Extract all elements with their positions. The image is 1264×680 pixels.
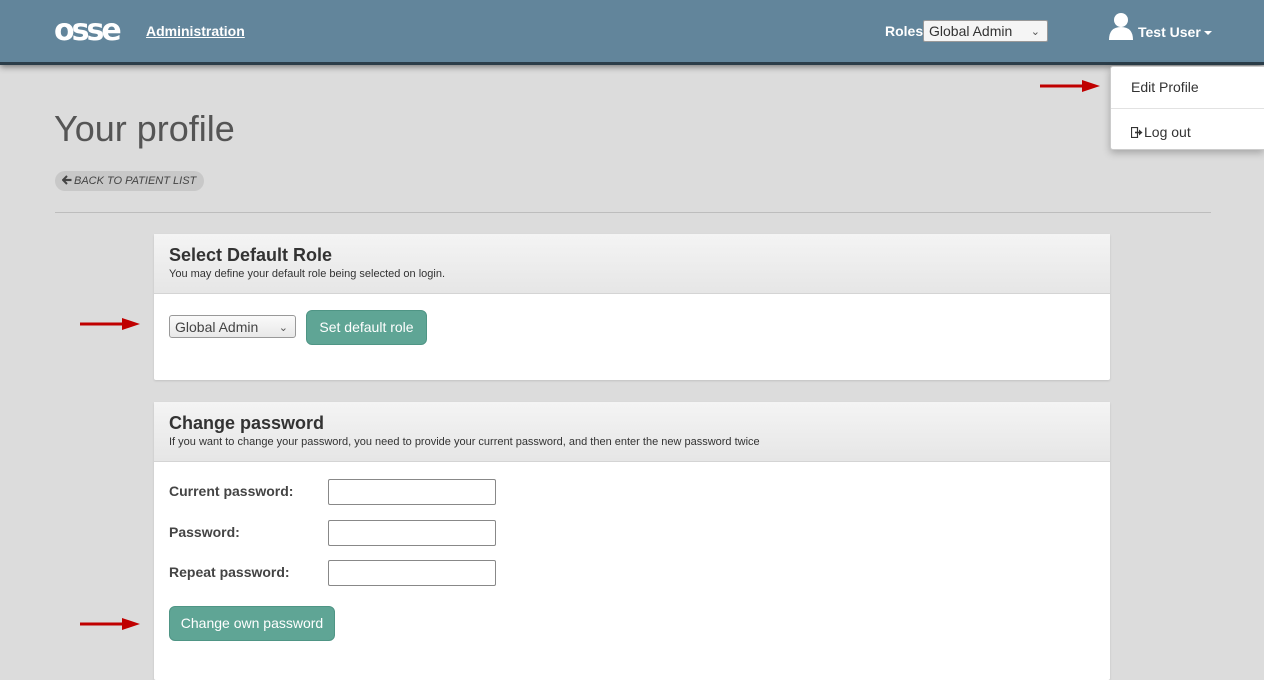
user-dropdown-menu: Edit Profile Log out	[1110, 66, 1264, 150]
change-own-password-button[interactable]: Change own password	[169, 606, 335, 641]
annotation-arrow	[80, 318, 140, 330]
top-navbar: osse Administration Roles Global Admin ⌄…	[0, 0, 1264, 65]
sign-out-icon	[1130, 126, 1143, 139]
roles-select-value: Global Admin	[929, 23, 1013, 39]
set-default-role-button[interactable]: Set default role	[306, 310, 427, 345]
annotation-arrow	[80, 618, 140, 630]
change-password-panel: Change password If you want to change yo…	[154, 402, 1110, 680]
user-name: Test User	[1138, 24, 1201, 40]
current-password-label: Current password:	[169, 483, 294, 499]
panel-subtitle: You may define your default role being s…	[169, 268, 446, 280]
panel-title: Select Default Role	[169, 245, 333, 265]
repeat-password-field[interactable]	[328, 560, 496, 586]
divider	[55, 212, 1211, 213]
app-logo[interactable]: osse	[54, 14, 122, 48]
back-link-label: BACK TO PATIENT LIST	[74, 175, 197, 187]
password-label: Password:	[169, 524, 240, 540]
edit-profile-menu-item[interactable]: Edit Profile	[1131, 79, 1199, 95]
log-out-menu-item[interactable]: Log out	[1130, 124, 1191, 140]
panel-subtitle: If you want to change your password, you…	[169, 436, 760, 448]
caret-down-icon	[1204, 31, 1212, 35]
default-role-select[interactable]: Global Admin ⌄	[169, 315, 296, 338]
log-out-label: Log out	[1144, 124, 1191, 140]
panel-header: Change password If you want to change yo…	[154, 402, 1110, 462]
roles-label: Roles	[885, 23, 924, 39]
current-password-field[interactable]	[328, 479, 496, 505]
default-role-select-value: Global Admin	[175, 319, 259, 335]
default-role-panel: Select Default Role You may define your …	[154, 234, 1110, 380]
menu-divider	[1111, 108, 1264, 109]
annotation-arrow	[1040, 80, 1100, 92]
panel-header: Select Default Role You may define your …	[154, 234, 1110, 294]
administration-link[interactable]: Administration	[146, 23, 245, 39]
roles-select[interactable]: Global Admin ⌄	[923, 20, 1048, 42]
chevron-down-icon: ⌄	[278, 322, 288, 334]
chevron-down-icon: ⌄	[1030, 26, 1040, 38]
arrow-left-icon	[61, 175, 72, 185]
panel-title: Change password	[169, 413, 325, 433]
password-field[interactable]	[328, 520, 496, 546]
back-to-patient-list-button[interactable]: BACK TO PATIENT LIST	[55, 171, 205, 191]
user-icon	[1109, 13, 1133, 40]
page-title: Your profile	[54, 108, 235, 149]
repeat-password-label: Repeat password:	[169, 564, 290, 580]
